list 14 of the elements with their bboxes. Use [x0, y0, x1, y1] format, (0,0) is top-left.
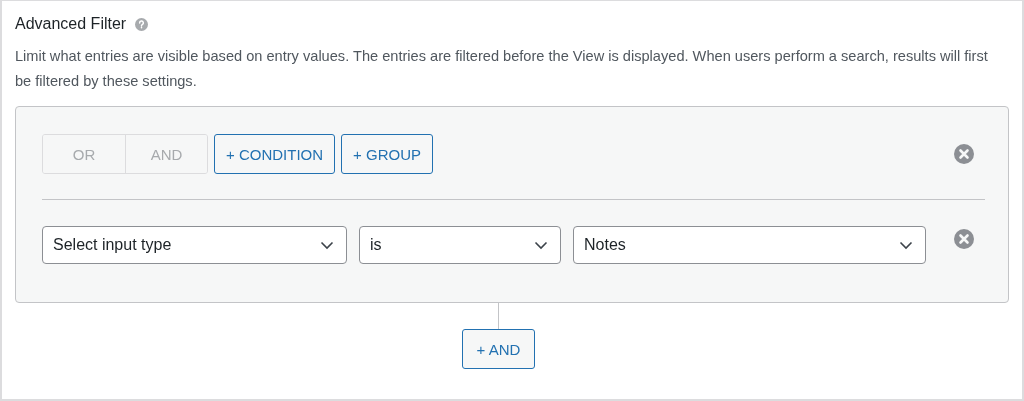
- add-button[interactable]: + GROUP: [341, 134, 434, 174]
- select-dropdown[interactable]: is: [359, 226, 561, 264]
- section-description: Limit what entries are visible based on entry values. The entries are filtered before the View is displayed. When users perform a search, results will first be filtered by these settings.: [15, 47, 989, 91]
- chevron-down-icon: [899, 240, 913, 250]
- add-button[interactable]: + CONDITION: [214, 134, 336, 174]
- select-dropdown[interactable]: Select input type: [42, 226, 347, 264]
- chevron-down-icon: [320, 240, 334, 250]
- select-dropdown[interactable]: Notes: [573, 226, 926, 264]
- add-and-button[interactable]: + AND: [461, 329, 536, 369]
- help-icon[interactable]: [135, 17, 149, 31]
- remove-icon[interactable]: [954, 229, 974, 249]
- remove-icon[interactable]: [954, 144, 974, 164]
- chevron-down-icon: [534, 240, 548, 250]
- section-title: Advanced Filter: [15, 15, 127, 33]
